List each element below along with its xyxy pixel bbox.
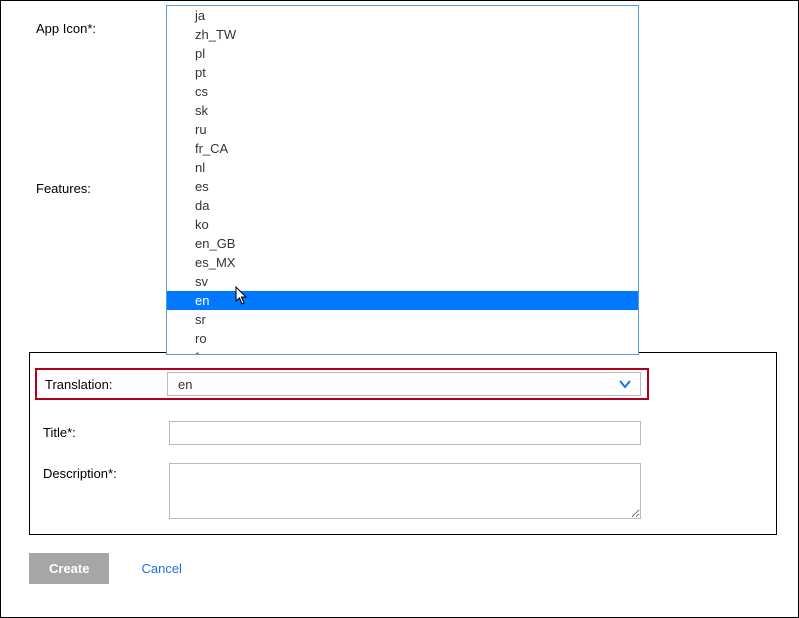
language-option[interactable]: fr_CA: [167, 139, 638, 158]
language-listbox[interactable]: jazh_TWplptcsskrufr_CAnlesdakoen_GBes_MX…: [166, 5, 639, 355]
description-input[interactable]: [169, 463, 641, 519]
language-option[interactable]: sv: [167, 272, 638, 291]
title-input[interactable]: [169, 421, 641, 445]
language-option[interactable]: es_MX: [167, 253, 638, 272]
translation-row-highlight: Translation: en: [35, 368, 649, 400]
language-option[interactable]: fr: [167, 348, 638, 354]
language-option[interactable]: pt: [167, 63, 638, 82]
language-option[interactable]: pl: [167, 44, 638, 63]
language-option[interactable]: cs: [167, 82, 638, 101]
language-option[interactable]: ko: [167, 215, 638, 234]
language-option[interactable]: ru: [167, 120, 638, 139]
language-option[interactable]: en_GB: [167, 234, 638, 253]
translation-select-value: en: [178, 377, 192, 392]
chevron-down-icon: [618, 377, 632, 391]
language-option[interactable]: ro: [167, 329, 638, 348]
language-option[interactable]: sr: [167, 310, 638, 329]
language-option[interactable]: es: [167, 177, 638, 196]
translation-label: Translation:: [37, 377, 167, 392]
form-panel: Translation: en Title*: Description*:: [29, 352, 777, 535]
cancel-link[interactable]: Cancel: [141, 561, 181, 576]
language-option[interactable]: sk: [167, 101, 638, 120]
create-button[interactable]: Create: [29, 553, 109, 584]
footer: Create Cancel: [29, 553, 182, 584]
language-option[interactable]: da: [167, 196, 638, 215]
language-option[interactable]: en: [167, 291, 638, 310]
translation-select[interactable]: en: [167, 372, 641, 396]
language-option[interactable]: nl: [167, 158, 638, 177]
app-icon-label: App Icon*:: [36, 21, 96, 36]
description-label: Description*:: [43, 466, 117, 481]
features-label: Features:: [36, 181, 91, 196]
title-label: Title*:: [43, 425, 76, 440]
language-option[interactable]: ja: [167, 6, 638, 25]
language-option[interactable]: zh_TW: [167, 25, 638, 44]
